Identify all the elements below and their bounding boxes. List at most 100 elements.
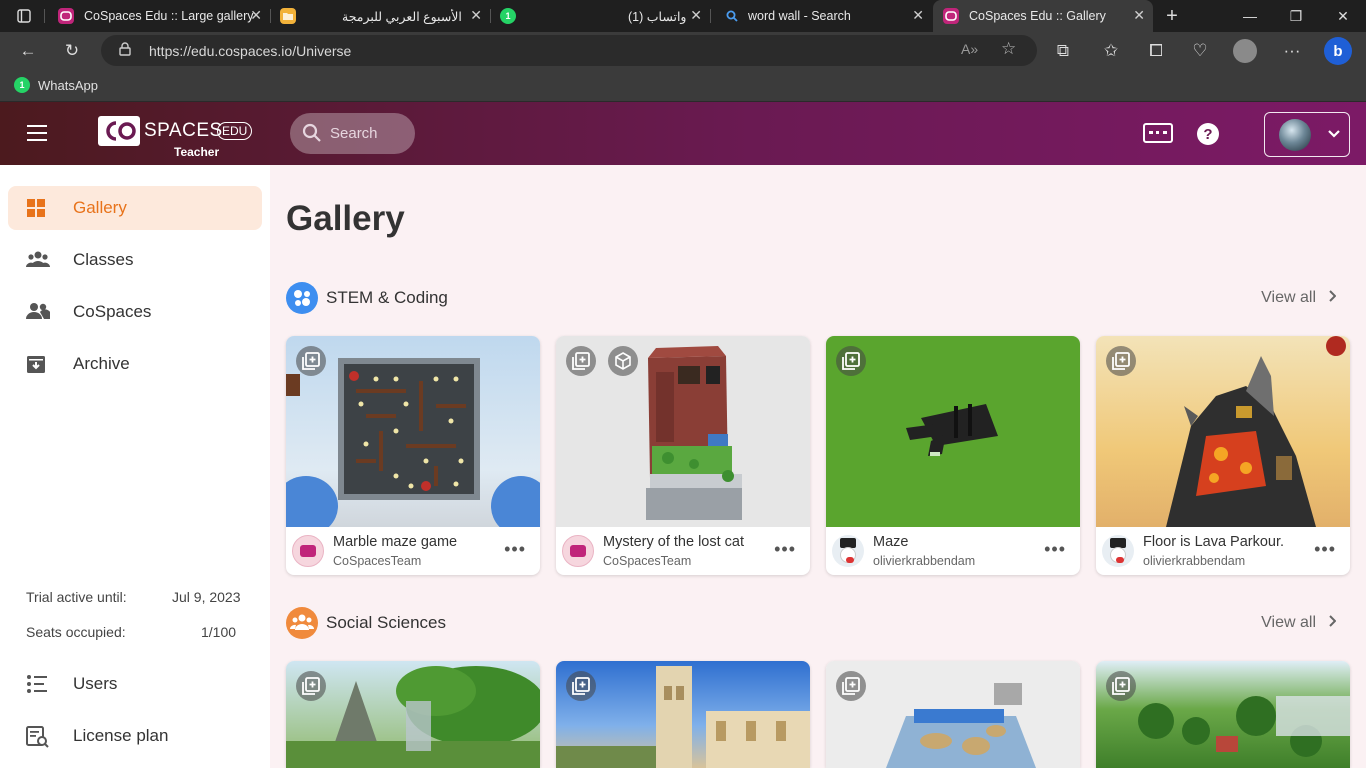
bookmark-whatsapp[interactable]: 1 WhatsApp: [14, 77, 98, 93]
sidebar-item-label: Gallery: [73, 198, 127, 217]
3d-cube-icon: [608, 346, 638, 376]
more-options-icon[interactable]: •••: [774, 539, 796, 560]
view-all-social-link[interactable]: View all: [1261, 614, 1337, 632]
logo-co-mark: [98, 116, 140, 146]
more-menu-icon[interactable]: ···: [1275, 32, 1309, 70]
profile-avatar-icon[interactable]: [1228, 32, 1262, 70]
tab-title: CoSpaces Edu :: Large gallery: [84, 9, 254, 23]
gallery-card-social-2[interactable]: [556, 661, 810, 768]
sidebar-item-label: License plan: [73, 726, 169, 745]
add-to-class-icon[interactable]: [566, 671, 596, 701]
gallery-card-lost-cat[interactable]: Mystery of the lost cat CoSpacesTeam •••: [556, 336, 810, 575]
more-options-icon[interactable]: •••: [504, 539, 526, 560]
tab-gallery[interactable]: CoSpaces Edu :: Gallery ✕: [933, 0, 1153, 32]
card-info: Marble maze game CoSpacesTeam •••: [286, 527, 540, 575]
more-options-icon[interactable]: •••: [1314, 539, 1336, 560]
gallery-card-floor-is-lava[interactable]: Floor is Lava Parkour. olivierkrabbendam…: [1096, 336, 1350, 575]
app-header: SPACES EDU Teacher Search ?: [0, 102, 1366, 165]
card-thumbnail[interactable]: [1096, 336, 1350, 527]
close-tab-icon[interactable]: ✕: [690, 7, 702, 24]
card-author[interactable]: olivierkrabbendam: [873, 554, 975, 568]
address-bar[interactable]: https://edu.cospaces.io/Universe A» ☆: [101, 35, 1037, 66]
reload-icon[interactable]: ↻: [55, 32, 89, 70]
grid-icon: [26, 198, 48, 218]
bookmark-label: WhatsApp: [38, 77, 98, 93]
card-thumbnail[interactable]: [1096, 661, 1350, 768]
card-title[interactable]: Maze: [873, 534, 908, 550]
add-to-class-icon[interactable]: [836, 346, 866, 376]
sidebar-item-cospaces[interactable]: CoSpaces: [8, 290, 262, 334]
card-thumbnail[interactable]: [826, 336, 1080, 527]
card-thumbnail[interactable]: [826, 661, 1080, 768]
help-icon[interactable]: ?: [1197, 123, 1219, 145]
new-tab-button[interactable]: +: [1157, 0, 1187, 32]
add-to-class-icon[interactable]: [296, 671, 326, 701]
author-avatar: [1102, 535, 1134, 567]
sidebar-item-classes[interactable]: Classes: [8, 238, 262, 282]
read-aloud-icon[interactable]: A»: [961, 41, 978, 57]
sidebar-item-archive[interactable]: Archive: [8, 342, 262, 386]
gallery-card-marble-maze[interactable]: Marble maze game CoSpacesTeam •••: [286, 336, 540, 575]
view-all-stem-link[interactable]: View all: [1261, 289, 1337, 307]
seats-value: 1/100: [201, 624, 237, 640]
tab-arabic-week[interactable]: الأسبوع العربي للبرمجة ✕: [272, 0, 490, 32]
card-title[interactable]: Mystery of the lost cat: [603, 534, 744, 550]
keyboard-shortcuts-icon[interactable]: [1143, 123, 1173, 143]
more-options-icon[interactable]: •••: [1044, 539, 1066, 560]
card-info: Mystery of the lost cat CoSpacesTeam •••: [556, 527, 810, 575]
back-icon[interactable]: ←: [11, 32, 45, 70]
tab-word-wall-search[interactable]: word wall - Search ✕: [712, 0, 932, 32]
minimize-icon[interactable]: —: [1227, 0, 1273, 32]
tab-large-gallery[interactable]: CoSpaces Edu :: Large gallery ✕: [50, 0, 270, 32]
account-menu-button[interactable]: [1264, 112, 1350, 157]
sidebar-item-gallery[interactable]: Gallery: [8, 186, 262, 230]
card-thumbnail[interactable]: [556, 661, 810, 768]
seats-label: Seats occupied:: [26, 624, 126, 640]
collections-icon[interactable]: ⧠: [1139, 32, 1173, 70]
favorite-star-icon[interactable]: ☆: [1001, 39, 1016, 59]
cospaces-logo[interactable]: SPACES EDU Teacher: [98, 114, 258, 159]
add-to-class-icon[interactable]: [1106, 671, 1136, 701]
hamburger-menu-icon[interactable]: [27, 125, 47, 141]
search-box[interactable]: Search: [290, 113, 415, 154]
tab-title: word wall - Search: [748, 9, 851, 23]
gallery-card-social-1[interactable]: [286, 661, 540, 768]
sidebar-item-license-plan[interactable]: License plan: [8, 714, 262, 758]
tab-whatsapp[interactable]: 1 (1) واتساب ✕: [492, 0, 710, 32]
gallery-card-social-4[interactable]: [1096, 661, 1350, 768]
add-to-class-icon[interactable]: [1106, 346, 1136, 376]
performance-icon[interactable]: ♡: [1183, 32, 1217, 70]
add-to-class-icon[interactable]: [836, 671, 866, 701]
author-avatar: [832, 535, 864, 567]
gallery-card-social-3[interactable]: [826, 661, 1080, 768]
bing-copilot-icon[interactable]: b: [1321, 32, 1355, 70]
group-icon: [26, 250, 50, 270]
gallery-card-maze[interactable]: Maze olivierkrabbendam •••: [826, 336, 1080, 575]
section-header-social-sciences: Social Sciences: [286, 607, 446, 639]
close-tab-icon[interactable]: ✕: [470, 7, 482, 24]
close-tab-icon[interactable]: ✕: [1133, 7, 1145, 24]
add-to-class-icon[interactable]: [296, 346, 326, 376]
card-title[interactable]: Floor is Lava Parkour.: [1143, 534, 1284, 550]
card-thumbnail[interactable]: [556, 336, 810, 527]
section-title: STEM & Coding: [326, 288, 448, 307]
add-to-class-icon[interactable]: [566, 346, 596, 376]
restore-icon[interactable]: ❐: [1273, 0, 1319, 32]
close-window-icon[interactable]: ✕: [1320, 0, 1366, 32]
people-icon: [26, 302, 52, 322]
close-tab-icon[interactable]: ✕: [250, 7, 262, 24]
close-tab-icon[interactable]: ✕: [912, 7, 924, 24]
chevron-down-icon: [1327, 126, 1341, 144]
card-author[interactable]: olivierkrabbendam: [1143, 554, 1245, 568]
sidebar-item-users[interactable]: Users: [8, 662, 262, 706]
tab-actions-icon[interactable]: [8, 0, 40, 32]
card-title[interactable]: Marble maze game: [333, 534, 457, 550]
card-author[interactable]: CoSpacesTeam: [333, 554, 421, 568]
card-thumbnail[interactable]: [286, 336, 540, 527]
card-thumbnail[interactable]: [286, 661, 540, 768]
social-sciences-icon: [286, 607, 318, 639]
favorites-icon[interactable]: ✩: [1094, 32, 1128, 70]
card-author[interactable]: CoSpacesTeam: [603, 554, 691, 568]
extensions-icon[interactable]: ⧉: [1046, 32, 1080, 70]
logo-subtitle: Teacher: [174, 145, 220, 159]
